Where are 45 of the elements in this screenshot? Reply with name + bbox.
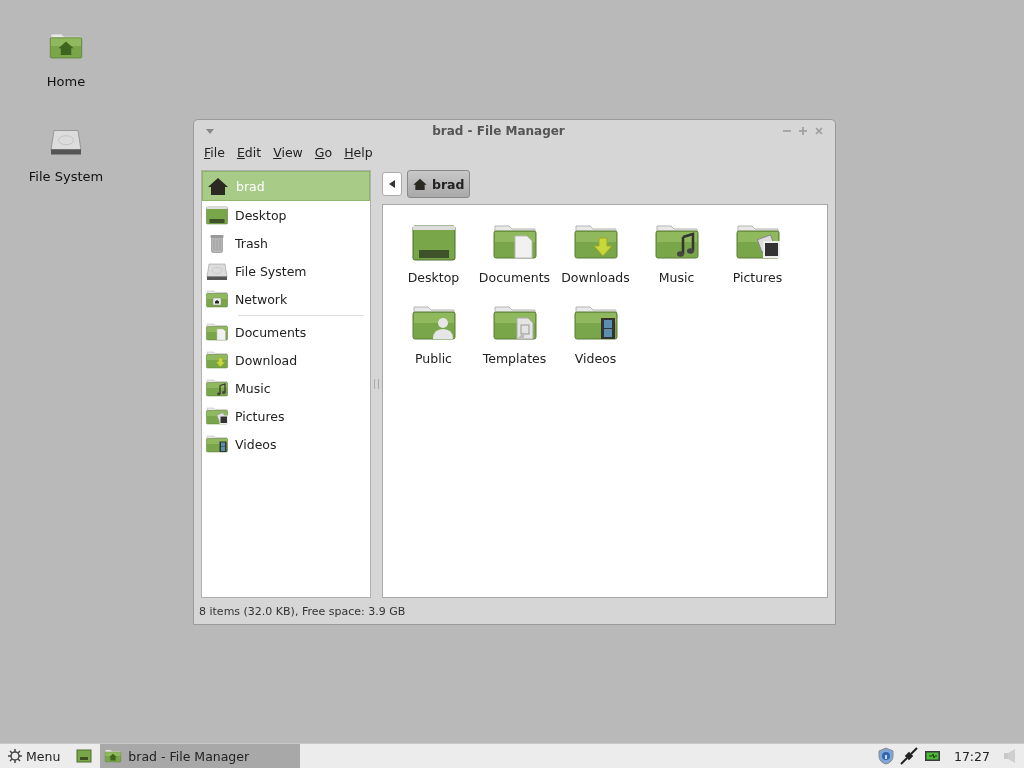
file-label[interactable]: Desktop: [407, 270, 460, 285]
desktop-icon-label[interactable]: File System: [28, 169, 104, 184]
sidebar-item[interactable]: Pictures: [202, 402, 370, 430]
power-plug-icon[interactable]: [899, 747, 918, 765]
desktop-icon: [205, 203, 229, 227]
back-button[interactable]: [382, 172, 402, 196]
path-button[interactable]: brad: [407, 170, 470, 198]
desktop-icon-label[interactable]: Home: [46, 74, 86, 89]
sidebar-item[interactable]: Music: [202, 374, 370, 402]
shield-info-icon[interactable]: [877, 747, 894, 765]
file-label[interactable]: Videos: [574, 351, 617, 366]
show-desktop-icon[interactable]: [76, 749, 93, 763]
file-label[interactable]: Templates: [482, 351, 547, 366]
menu-button[interactable]: Menu: [0, 744, 69, 768]
sidebar-item[interactable]: Desktop: [202, 201, 370, 229]
menu-item[interactable]: Help: [344, 145, 373, 163]
folder-photo-icon: [205, 404, 229, 428]
window-title: brad - File Manager: [431, 124, 566, 138]
house-icon: [412, 176, 428, 192]
sidebar-item[interactable]: Videos: [202, 430, 370, 458]
folder-page-icon: [205, 320, 229, 344]
sidebar-item[interactable]: Download: [202, 346, 370, 374]
folder-network-icon: [205, 287, 229, 311]
menu-item[interactable]: Go: [314, 145, 333, 163]
clock[interactable]: 17:27: [953, 748, 990, 764]
sidebar-item[interactable]: Documents: [202, 318, 370, 346]
file-label[interactable]: Pictures: [732, 270, 783, 285]
sidebar-item[interactable]: File System: [202, 257, 370, 285]
status-text: 8 items (32.0 KB), Free space: 3.9 GB: [199, 604, 406, 618]
menu-item[interactable]: File: [204, 145, 225, 163]
taskbar-window-button[interactable]: brad - File Manager: [100, 744, 301, 768]
menu-item[interactable]: Edit: [236, 145, 262, 163]
folder-house-icon: [104, 747, 123, 765]
folder-film-icon: [205, 432, 229, 456]
sidebar-item[interactable]: Trash: [202, 229, 370, 257]
gear-icon: [8, 749, 22, 763]
folder-arrow-icon: [205, 348, 229, 372]
file-label[interactable]: Documents: [478, 270, 551, 285]
menu-item[interactable]: View: [273, 145, 303, 163]
sidebar-item[interactable]: Network: [202, 285, 370, 313]
file-label[interactable]: Music: [658, 270, 695, 285]
folder-music-note-icon: [205, 376, 229, 400]
file-label[interactable]: Downloads: [561, 270, 630, 285]
battery-icon[interactable]: [923, 749, 942, 763]
file-label[interactable]: Public: [415, 351, 452, 366]
